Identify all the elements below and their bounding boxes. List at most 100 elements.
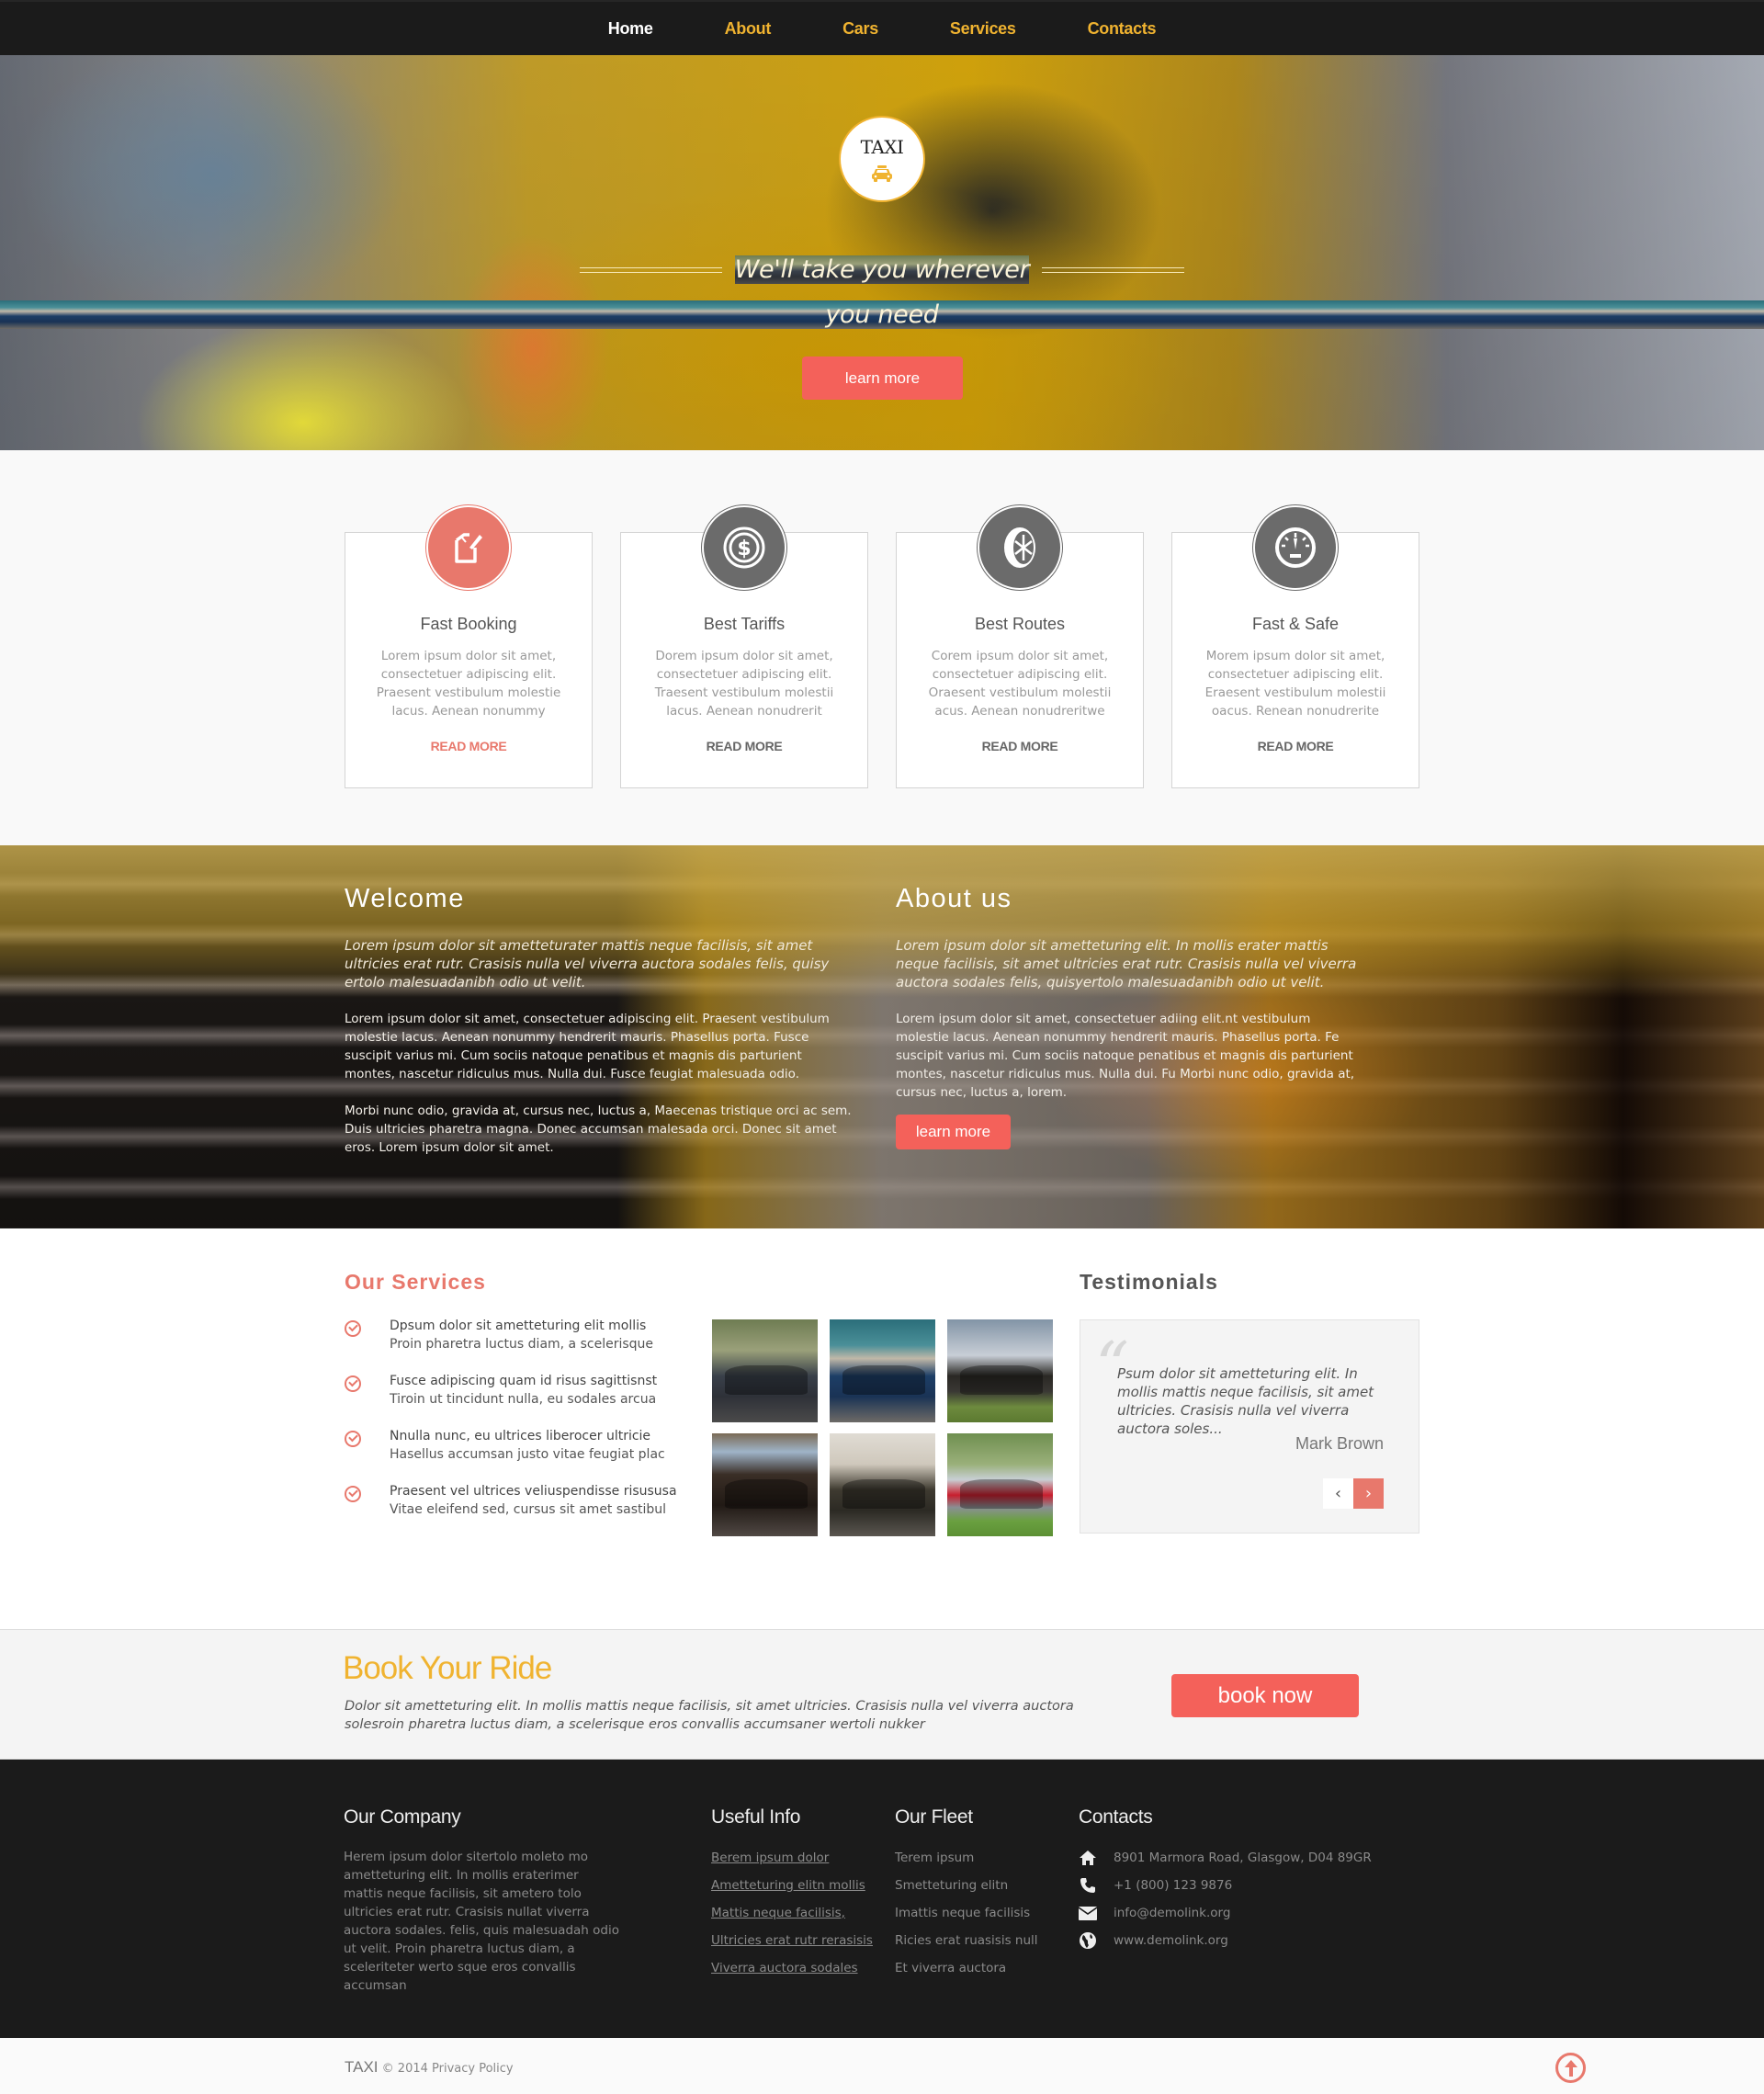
service-item: Dpsum dolor sit ametteturing elit mollis…	[345, 1317, 677, 1352]
privacy-policy-link[interactable]: Privacy Policy	[432, 2062, 514, 2076]
scroll-to-top-button[interactable]	[1555, 2053, 1586, 2083]
about-learn-more-button[interactable]: learn more	[896, 1115, 1011, 1149]
feature-title: Fast & Safe	[1251, 615, 1340, 633]
black-luxury-sedan-photo[interactable]	[712, 1433, 818, 1536]
hero-tagline: We'll take you wherever you need	[0, 255, 1764, 329]
nav-about[interactable]: About	[725, 19, 772, 39]
footer-link[interactable]: Ametteturing elitn mollis	[711, 1878, 865, 1893]
service-line-1: Praesent vel ultrices veliuspendisse ris…	[390, 1484, 677, 1499]
dark-sedan-photo[interactable]	[712, 1319, 818, 1422]
nav-home[interactable]: Home	[608, 19, 653, 39]
read-more-link[interactable]: READ MORE	[345, 739, 592, 753]
blue-hatchback-photo[interactable]	[830, 1319, 935, 1422]
suv-photo[interactable]	[830, 1433, 935, 1536]
main-nav: Home About Cars Services Contacts	[0, 0, 1764, 55]
services-section: Our Services Dpsum dolor sit ametteturin…	[0, 1228, 1764, 1629]
feature-title: Best Tariffs	[703, 615, 786, 633]
email-link[interactable]: info@demolink.org	[1114, 1904, 1230, 1922]
feature-title: Fast Booking	[420, 615, 517, 633]
service-line-1: Dpsum dolor sit ametteturing elit mollis	[390, 1319, 647, 1333]
welcome-column: Welcome Lorem ipsum dolor sit amettetura…	[345, 884, 854, 1157]
services-title: Our Services	[345, 1270, 486, 1294]
nav-cars[interactable]: Cars	[842, 19, 878, 39]
read-more-link[interactable]: READ MORE	[897, 739, 1143, 753]
decorative-line	[1042, 266, 1185, 273]
footer-contacts-title: Contacts	[1079, 1806, 1153, 1828]
website-link[interactable]: www.demolink.org	[1114, 1931, 1228, 1950]
car-gallery	[712, 1319, 1053, 1536]
feature-title: Best Routes	[974, 615, 1066, 633]
service-line-2: Proin pharetra luctus diam, a scelerisqu…	[390, 1337, 654, 1352]
fleet-item: Et viverra auctora	[895, 1961, 1007, 1975]
footer-brand: TAXI	[345, 2058, 379, 2076]
fleet-item: Imattis neque facilisis	[895, 1906, 1031, 1920]
feature-card-best-tariffs: $ Best Tariffs Dorem ipsum dolor sit ame…	[620, 505, 868, 788]
fleet-item: Terem ipsum	[895, 1851, 975, 1865]
testimonial-author: Mark Brown	[1295, 1434, 1384, 1453]
footer-fleet-title: Our Fleet	[895, 1806, 973, 1828]
footer-company: Our Company Herem ipsum dolor sitertolo …	[344, 1806, 619, 1995]
red-hatchback-photo[interactable]	[947, 1433, 1053, 1536]
tagline-line-1: We'll take you wherever	[734, 255, 1030, 284]
feature-text: Morem ipsum dolor sit amet, consectetuer…	[1204, 649, 1386, 719]
footer: Our Company Herem ipsum dolor sitertolo …	[0, 1760, 1764, 2038]
fleet-item: Smetteturing elitn	[895, 1878, 1009, 1893]
read-more-link[interactable]: READ MORE	[621, 739, 867, 753]
nav-services[interactable]: Services	[950, 19, 1016, 39]
service-line-2: Tiroin ut tincidunt nulla, eu sodales ar…	[390, 1392, 657, 1407]
welcome-body-2: Morbi nunc odio, gravida at, cursus nec,…	[345, 1104, 852, 1155]
contact-address: 8901 Marmora Road, Glasgow, D04 89GR	[1079, 1849, 1372, 1867]
about-body: Lorem ipsum dolor sit amet, consectetuer…	[896, 1012, 1355, 1100]
testimonial-card: “ Psum dolor sit ametteturing elit. In m…	[1080, 1319, 1419, 1534]
footer-link[interactable]: Berem ipsum dolor	[711, 1851, 829, 1865]
testimonials-title: Testimonials	[1080, 1270, 1218, 1294]
svg-text:$: $	[737, 538, 751, 560]
feature-card-best-routes: Best Routes Corem ipsum dolor sit amet, …	[896, 505, 1144, 788]
pickup-truck-photo[interactable]	[947, 1319, 1053, 1422]
service-line-1: Fusce adipiscing quam id risus sagittisn…	[390, 1374, 658, 1388]
feature-text: Dorem ipsum dolor sit amet, consectetuer…	[654, 649, 834, 719]
book-now-button[interactable]: book now	[1171, 1674, 1359, 1717]
feature-text: Corem ipsum dolor sit amet, consectetuer…	[928, 649, 1112, 719]
book-ride-section: Book Your Ride Dolor sit ametteturing el…	[0, 1629, 1764, 1760]
home-icon	[1079, 1849, 1097, 1867]
check-circle-icon	[345, 1320, 361, 1337]
read-more-link[interactable]: READ MORE	[1172, 739, 1419, 753]
service-line-2: Hasellus accumsan justo vitae feugiat pl…	[390, 1447, 665, 1462]
contact-website: www.demolink.org	[1079, 1931, 1372, 1950]
footer-company-text: Herem ipsum dolor sitertolo moleto mo am…	[344, 1850, 619, 1993]
about-title: About us	[896, 884, 1012, 913]
nav-contacts[interactable]: Contacts	[1088, 19, 1157, 39]
speedometer-icon	[1253, 505, 1338, 590]
features-section: Fast Booking Lorem ipsum dolor sit amet,…	[0, 450, 1764, 845]
footer-link[interactable]: Viverra auctora sodales	[711, 1961, 858, 1975]
welcome-body-1: Lorem ipsum dolor sit amet, consectetuer…	[345, 1012, 830, 1081]
hero-learn-more-button[interactable]: learn more	[802, 357, 963, 400]
hero-banner: TAXI We'll take you wherever you need le…	[0, 55, 1764, 450]
decorative-line	[579, 266, 722, 273]
globe-icon	[1079, 1931, 1097, 1950]
dollar-coin-icon: $	[702, 505, 786, 590]
chevron-right-icon[interactable]: ›	[1353, 1478, 1384, 1509]
testimonial-quote: Psum dolor sit ametteturing elit. In mol…	[1117, 1365, 1374, 1437]
services-list: Dpsum dolor sit ametteturing elit mollis…	[345, 1317, 677, 1537]
service-line-1: Nnulla nunc, eu ultrices liberocer ultri…	[390, 1429, 651, 1443]
welcome-title: Welcome	[345, 884, 465, 913]
tagline-line-2: you need	[0, 300, 1764, 329]
address-text: 8901 Marmora Road, Glasgow, D04 89GR	[1114, 1851, 1372, 1865]
footer-link[interactable]: Ultricies erat rutr rerasisis	[711, 1933, 873, 1948]
chevron-left-icon[interactable]: ‹	[1323, 1478, 1353, 1509]
logo[interactable]: TAXI	[839, 116, 925, 202]
envelope-icon	[1079, 1904, 1097, 1922]
welcome-lead: Lorem ipsum dolor sit ametteturater matt…	[345, 937, 830, 990]
copyright-year: © 2014	[381, 2062, 428, 2076]
footer-link[interactable]: Mattis neque facilisis,	[711, 1906, 845, 1920]
about-column: About us Lorem ipsum dolor sit amettetur…	[896, 884, 1364, 1157]
arrow-up-icon	[1564, 2059, 1577, 2077]
footer-fleet: Our Fleet Terem ipsum Smetteturing elitn…	[895, 1806, 1038, 1986]
contact-email: info@demolink.org	[1079, 1904, 1372, 1922]
service-item: Praesent vel ultrices veliuspendisse ris…	[345, 1482, 677, 1517]
book-text: Dolor sit ametteturing elit. In mollis m…	[345, 1699, 1074, 1732]
book-title: Book Your Ride	[343, 1650, 552, 1686]
copyright: TAXI © 2014 Privacy Policy	[345, 2058, 514, 2077]
